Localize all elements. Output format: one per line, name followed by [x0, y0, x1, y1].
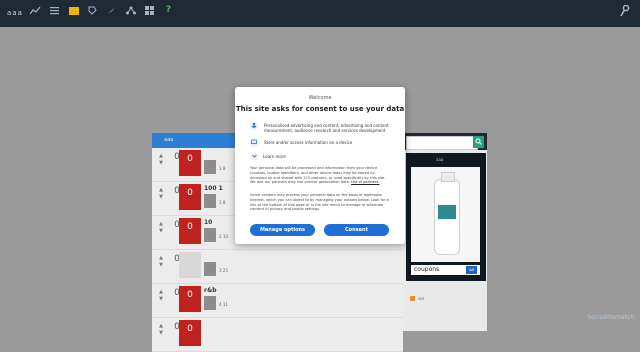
ad-product-image[interactable] [411, 167, 480, 262]
chart-line-icon [30, 4, 42, 16]
tag-icon [87, 4, 99, 16]
list-item[interactable]: ▲ ▼ 0 0 [152, 318, 403, 352]
avatar[interactable] [204, 262, 216, 276]
consent-description: Your personal data will be processed and… [250, 166, 386, 185]
legitimate-interest-text: Some vendors may process your personal d… [250, 193, 389, 212]
coupon-banner[interactable]: coupons aa [411, 265, 480, 275]
nav-item-tag[interactable] [83, 2, 102, 25]
answer-count-badge: 0 [179, 184, 201, 210]
vote-arrows[interactable]: ▲ ▼ [156, 289, 166, 303]
partners-link[interactable]: List of partners. [351, 180, 379, 184]
chevron-down-icon [250, 153, 258, 161]
search-bar [403, 133, 487, 150]
item-meta: 4 11 [219, 302, 228, 307]
nav-item-network[interactable] [121, 2, 140, 25]
avatar[interactable] [204, 228, 216, 242]
vote-arrows[interactable]: ▲ ▼ [156, 221, 166, 235]
search-input[interactable] [406, 136, 478, 150]
item-meta: 3 25 [219, 268, 228, 273]
bottle-image [434, 172, 460, 255]
avatar[interactable] [204, 194, 216, 208]
dialog-brand: Welcome [308, 95, 332, 101]
answer-count-badge: 0 [179, 150, 201, 176]
item-meta: 1 8 [219, 166, 226, 171]
item-title[interactable]: 10 [204, 219, 212, 226]
purpose-text: Personalised advertising and content, ad… [264, 123, 389, 133]
ad-label: ааа [436, 157, 444, 162]
list-icon [49, 4, 61, 16]
person-icon [250, 122, 258, 130]
vote-arrows[interactable]: ▲ ▼ [156, 187, 166, 201]
nav-item-users[interactable] [140, 2, 159, 25]
answer-count-badge: 0 [179, 286, 201, 312]
advertisement[interactable]: ааа coupons aa [406, 153, 486, 281]
nav-item-chart[interactable] [26, 2, 45, 25]
item-title[interactable]: r&b [204, 287, 217, 294]
search-icon [475, 138, 482, 145]
consent-dialog: Welcome This site asks for consent to us… [235, 87, 405, 244]
answer-count-badge: 0 [179, 218, 201, 244]
purpose-storage: Store and/or access information on a dev… [250, 139, 395, 148]
vote-arrows[interactable]: ▲ ▼ [156, 323, 166, 337]
list-item[interactable]: ▲ ▼ 0 0 r&b 4 11 [152, 284, 403, 318]
avatar[interactable] [204, 296, 216, 310]
item-meta: 1 8 [219, 200, 226, 205]
nav-item-help[interactable]: ? [159, 2, 178, 25]
nav-menu: ? [26, 2, 178, 25]
dialog-title: This site asks for consent to use your d… [235, 105, 405, 113]
wrench-icon[interactable] [620, 4, 630, 20]
learn-more-toggle[interactable]: Learn more [250, 153, 286, 161]
consent-button[interactable]: Consent [324, 224, 389, 236]
rss-icon [410, 296, 415, 301]
sidebar-panel: ааа coupons aa аа [403, 133, 487, 331]
purpose-advertising: Personalised advertising and content, ad… [250, 122, 395, 140]
network-icon [125, 4, 137, 16]
nav-item-rocket[interactable] [102, 2, 121, 25]
coupon-badge: aa [466, 266, 477, 274]
answer-count-badge [179, 252, 201, 278]
answer-count-badge: 0 [179, 320, 201, 346]
purpose-text: Store and/or access information on a dev… [264, 140, 353, 145]
watermark: SocialMismatch [587, 314, 634, 321]
help-icon: ? [165, 5, 172, 15]
device-icon [250, 139, 258, 147]
search-button[interactable] [473, 136, 484, 148]
coupon-text: coupons [414, 266, 440, 273]
list-item[interactable]: ▲ ▼ 0 3 25 [152, 250, 403, 284]
item-meta: 2 10 [219, 234, 228, 239]
vote-arrows[interactable]: ▲ ▼ [156, 153, 166, 167]
item-title[interactable]: 100 1 [204, 185, 223, 192]
site-logo[interactable]: ааа [7, 9, 23, 17]
rss-link[interactable]: аа [410, 296, 424, 302]
nav-item-list[interactable] [45, 2, 64, 25]
rocket-icon [106, 4, 118, 16]
nav-item-folder[interactable] [64, 2, 83, 25]
top-navigation-bar: ааа ? [0, 0, 640, 27]
folder-icon [68, 4, 80, 16]
vote-arrows[interactable]: ▲ ▼ [156, 255, 166, 269]
manage-options-button[interactable]: Manage options [250, 224, 315, 236]
avatar[interactable] [204, 160, 216, 174]
users-icon [144, 4, 156, 16]
